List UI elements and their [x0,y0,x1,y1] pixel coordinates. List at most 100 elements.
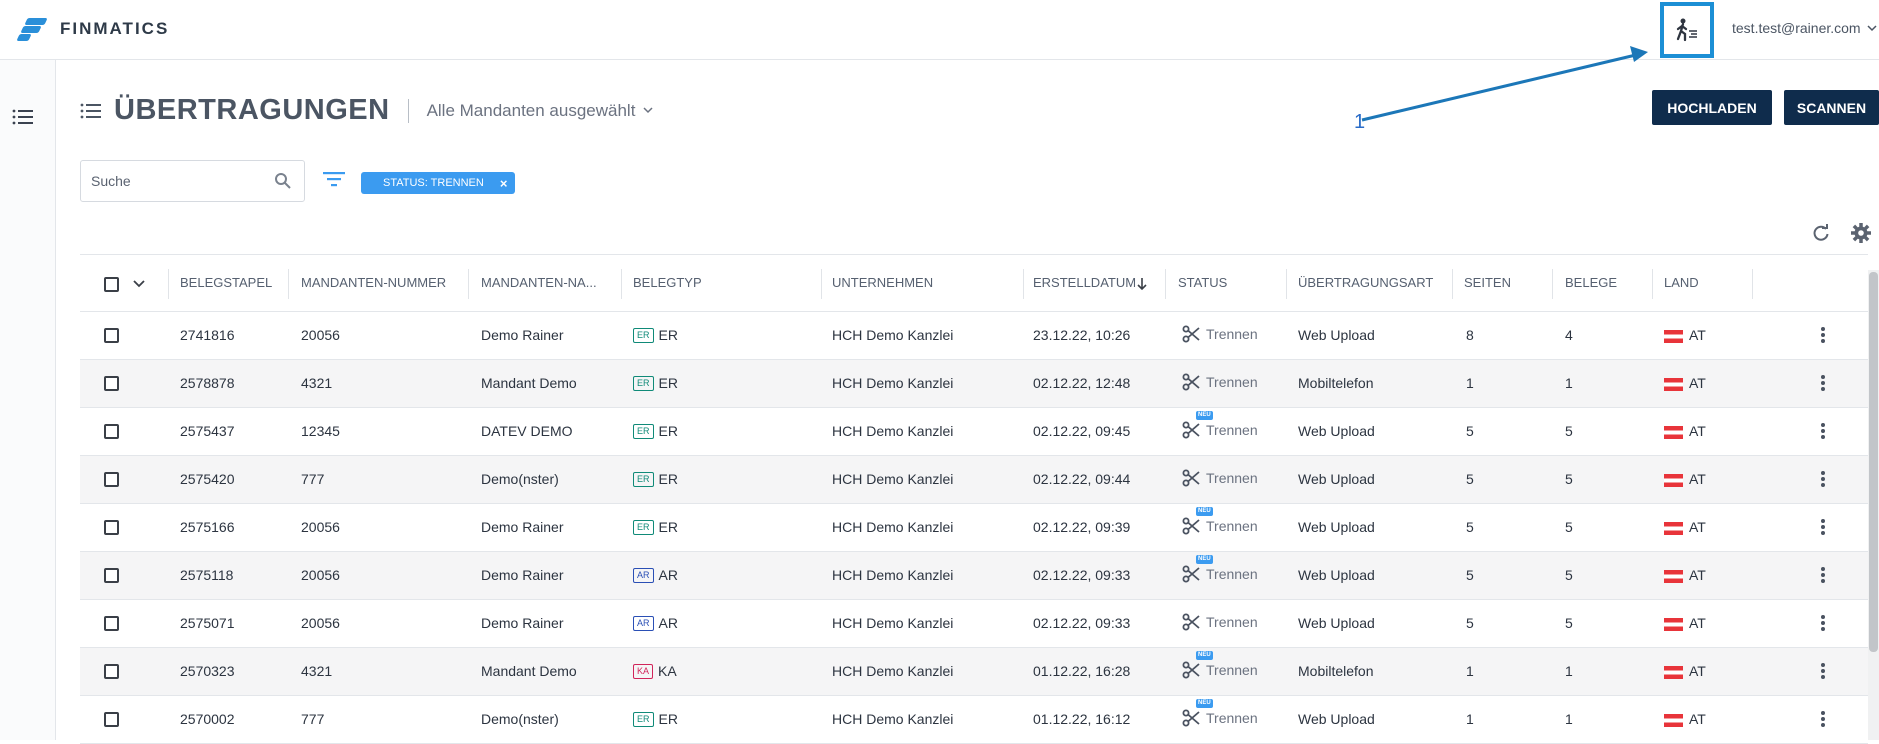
cell-belegstapel: 2570002 [180,711,235,727]
more-vertical-icon[interactable] [1820,614,1826,632]
cell-mandanten-name: Mandant Demo [481,375,577,391]
gear-icon[interactable] [1850,222,1872,244]
column-header-belegtyp[interactable]: BELEGTYP [633,275,702,290]
table-row[interactable]: 2570002 777 Demo(nster) ER ER HCH Demo Kanzle… [80,696,1868,744]
row-checkbox[interactable] [104,472,119,487]
table-row[interactable]: 2570323 4321 Mandant Demo KA KA HCH Demo Kanz… [80,648,1868,696]
table-row[interactable]: 2741816 20056 Demo Rainer ER ER HCH Demo Kanz… [80,312,1868,360]
belegtyp-label: ER [658,375,678,391]
more-vertical-icon[interactable] [1820,518,1826,536]
cell-mandanten-nummer: 777 [301,471,325,487]
land-label: AT [1689,519,1706,535]
belegtyp-tag: AR [633,567,654,583]
cell-land: AT [1664,663,1706,679]
more-vertical-icon[interactable] [1820,662,1826,680]
cell-mandanten-name: Demo Rainer [481,327,564,343]
user-menu[interactable]: test.test@rainer.com [1732,20,1877,36]
cell-belegstapel: 2575420 [180,471,235,487]
status-label: Trennen [1206,374,1258,390]
cell-status: NEU Trennen [1182,699,1258,727]
cell-seiten: 1 [1466,375,1474,391]
cell-land: AT [1664,327,1706,343]
row-checkbox[interactable] [104,664,119,679]
chevron-down-icon[interactable] [133,280,145,288]
more-vertical-icon[interactable] [1820,326,1826,344]
row-checkbox[interactable] [104,328,119,343]
annotation-number: 1 [1354,111,1366,133]
belegtyp-label: ER [658,327,678,343]
belegtyp-tag: ER [633,423,654,439]
new-badge: NEU [1196,411,1213,420]
select-all-checkbox[interactable] [104,277,119,292]
cell-seiten: 5 [1466,615,1474,631]
search-input[interactable] [91,173,261,189]
page-header: ÜBERTRAGUNGEN Alle Mandanten ausgewählt [80,94,653,127]
cell-belege: 5 [1565,471,1573,487]
filter-icon[interactable] [322,170,346,188]
cell-unternehmen: HCH Demo Kanzlei [832,615,954,631]
column-header-uebertragungsart[interactable]: ÜBERTRAGUNGSART [1298,275,1433,290]
more-vertical-icon[interactable] [1820,470,1826,488]
scrollbar-thumb[interactable] [1869,272,1878,652]
more-vertical-icon[interactable] [1820,566,1826,584]
cell-status: Trennen [1182,469,1258,487]
table-row[interactable]: 2575071 20056 Demo Rainer AR AR HCH Demo Kanz… [80,600,1868,648]
upload-button[interactable]: HOCHLADEN [1652,90,1772,125]
row-checkbox[interactable] [104,616,119,631]
mandant-select[interactable]: Alle Mandanten ausgewählt [427,101,654,121]
cell-unternehmen: HCH Demo Kanzlei [832,519,954,535]
more-vertical-icon[interactable] [1820,710,1826,728]
belegtyp-tag: ER [633,327,654,343]
cell-seiten: 5 [1466,567,1474,583]
scissors-icon [1182,517,1200,535]
column-header-status[interactable]: STATUS [1178,275,1227,290]
column-header-unternehmen[interactable]: UNTERNEHMEN [832,275,933,290]
scrollbar[interactable] [1868,270,1879,740]
row-checkbox[interactable] [104,520,119,535]
cell-unternehmen: HCH Demo Kanzlei [832,663,954,679]
scan-button[interactable]: SCANNEN [1784,90,1879,125]
cell-belegtyp: AR AR [633,567,678,583]
table-row[interactable]: 2575118 20056 Demo Rainer AR AR HCH Demo Kanz… [80,552,1868,600]
cell-status: Trennen [1182,373,1258,391]
column-header-belegstapel[interactable]: BELEGSTAPEL [180,275,272,290]
row-checkbox[interactable] [104,376,119,391]
cell-seiten: 1 [1466,663,1474,679]
cell-belegtyp: ER ER [633,327,678,343]
row-checkbox[interactable] [104,568,119,583]
row-checkbox[interactable] [104,424,119,439]
sort-arrow-down-icon[interactable] [1136,277,1148,291]
cell-belegstapel: 2575118 [180,567,234,583]
table-row[interactable]: 2575166 20056 Demo Rainer ER ER HCH Demo Kanz… [80,504,1868,552]
table-row[interactable]: 2575437 12345 DATEV DEMO ER ER HCH Demo Kanzl… [80,408,1868,456]
list-menu-icon[interactable] [12,108,34,126]
austria-flag-icon [1664,377,1683,391]
row-checkbox[interactable] [104,712,119,727]
column-header-mandanten-name[interactable]: MANDANTEN-NA... [481,275,597,290]
refresh-icon[interactable] [1812,224,1830,242]
cell-belegtyp: ER ER [633,519,678,535]
search-box[interactable] [80,160,305,202]
column-header-mandanten-nummer[interactable]: MANDANTEN-NUMMER [301,275,446,290]
cell-status: Trennen [1182,325,1258,343]
exit-queue-button[interactable] [1660,2,1714,58]
chip-close-icon[interactable]: × [500,176,508,191]
cell-land: AT [1664,615,1706,631]
column-header-belege[interactable]: BELEGE [1565,275,1617,290]
filter-chip-status[interactable]: STATUS: TRENNEN × [361,172,516,194]
table-row[interactable]: 2575420 777 Demo(nster) ER ER HCH Demo Kanzle… [80,456,1868,504]
scissors-icon [1182,565,1200,583]
belegtyp-tag: ER [633,711,654,727]
cell-belegstapel: 2575166 [180,519,235,535]
column-header-seiten[interactable]: SEITEN [1464,275,1511,290]
brand-logo[interactable]: FINMATICS [16,16,169,42]
belegtyp-label: ER [658,423,678,439]
column-header-erstelldatum[interactable]: ERSTELLDATUM [1033,275,1136,290]
column-header-land[interactable]: LAND [1664,275,1699,290]
search-icon[interactable] [274,172,292,190]
more-vertical-icon[interactable] [1820,374,1826,392]
cell-erstelldatum: 02.12.22, 09:39 [1033,519,1131,535]
chevron-down-icon [1867,24,1877,31]
more-vertical-icon[interactable] [1820,422,1826,440]
table-row[interactable]: 2578878 4321 Mandant Demo ER ER HCH Demo Kanz… [80,360,1868,408]
